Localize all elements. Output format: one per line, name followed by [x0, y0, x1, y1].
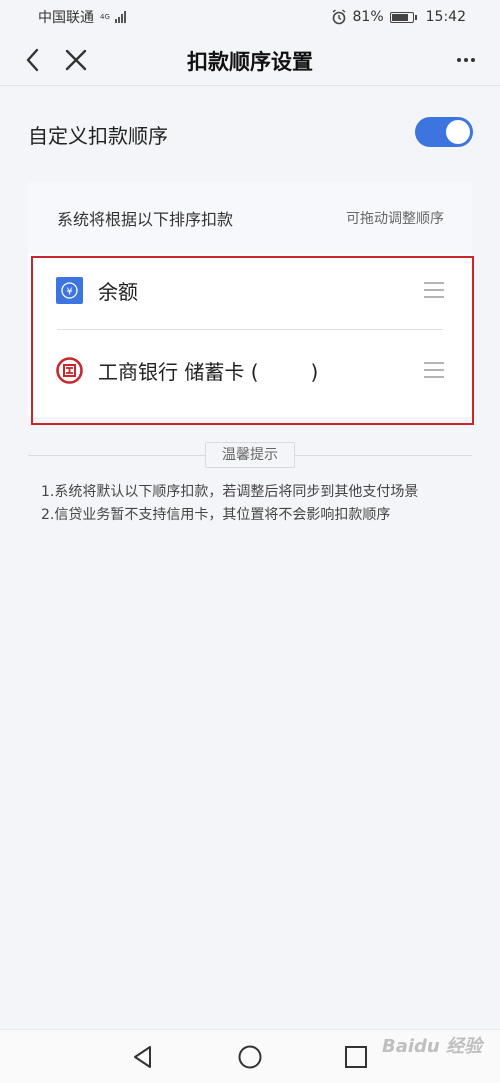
tips-text: 1.系统将默认以下顺序扣款，若调整后将同步到其他支付场景 2.信贷业务暂不支持信…	[41, 481, 418, 527]
title-bar: 扣款顺序设置	[0, 34, 500, 86]
status-bar: 中国联通 4G 81% 15:42	[0, 0, 500, 34]
watermark: Baidu 经验	[381, 1036, 482, 1057]
card-header-title: 系统将根据以下排序扣款	[57, 210, 234, 229]
network-type: 4G	[100, 12, 110, 21]
tip-line-1: 1.系统将默认以下顺序扣款，若调整后将同步到其他支付场景	[41, 484, 419, 500]
status-left: 中国联通 4G	[38, 7, 126, 27]
nav-recent-icon[interactable]	[343, 1044, 369, 1070]
custom-order-row: 自定义扣款顺序	[0, 86, 500, 182]
highlight-box	[31, 256, 474, 425]
drag-hint: 可拖动调整顺序	[346, 211, 444, 227]
alarm-icon	[332, 9, 345, 25]
card-header: 系统将根据以下排序扣款 可拖动调整顺序	[28, 182, 472, 254]
switch-knob	[446, 120, 470, 144]
custom-order-label: 自定义扣款顺序	[28, 124, 168, 148]
more-icon[interactable]	[452, 46, 480, 74]
clock: 15:42	[425, 9, 466, 25]
carrier-name: 中国联通	[38, 10, 94, 26]
battery-icon	[389, 11, 417, 23]
tips-title: 温馨提示	[205, 442, 295, 468]
nav-home-icon[interactable]	[237, 1044, 263, 1070]
nav-back-icon[interactable]	[130, 1044, 156, 1070]
signal-icon	[114, 11, 126, 23]
custom-order-switch[interactable]	[415, 117, 473, 147]
tip-line-2: 2.信贷业务暂不支持信用卡，其位置将不会影响扣款顺序	[41, 507, 391, 523]
page-title: 扣款顺序设置	[187, 50, 313, 74]
battery-percent: 81%	[352, 9, 384, 25]
status-right: 81% 15:42	[331, 9, 466, 25]
